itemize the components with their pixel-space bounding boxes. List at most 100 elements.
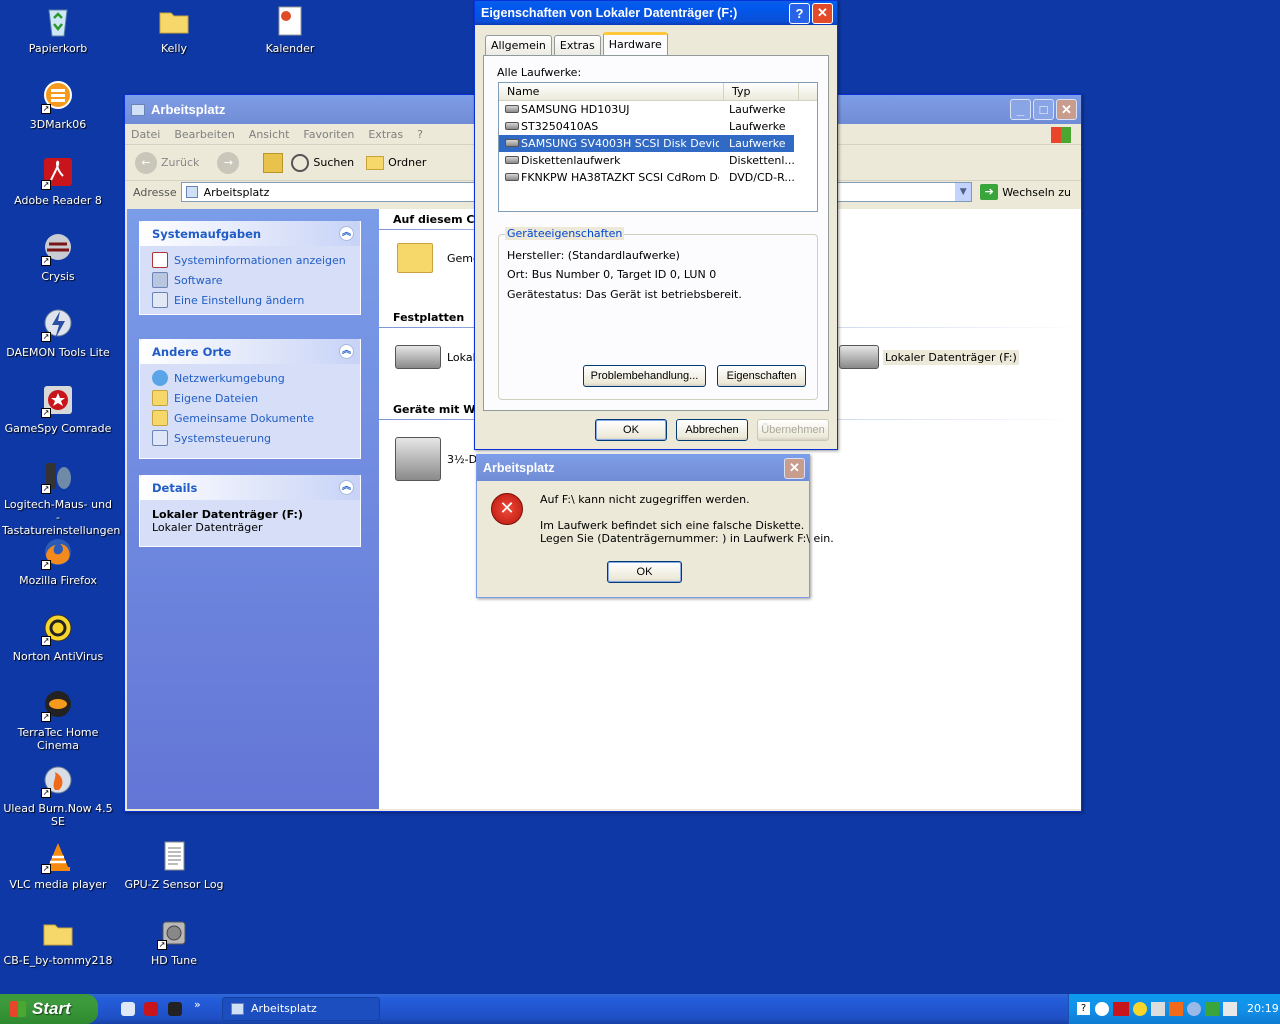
quicklaunch-icon[interactable] xyxy=(168,1002,182,1016)
device-properties-button[interactable]: Eigenschaften xyxy=(717,365,806,387)
close-button[interactable]: ✕ xyxy=(812,2,833,24)
tab-hardware[interactable]: Hardware xyxy=(602,32,668,55)
logitech-icon: ↗ xyxy=(41,460,75,494)
up-folder-icon[interactable] xyxy=(263,152,284,173)
start-button[interactable]: Start xyxy=(0,994,98,1024)
column-type[interactable]: Typ xyxy=(724,83,799,100)
desktop-icon-3dmark06[interactable]: ↗ 3DMark06 xyxy=(2,80,114,131)
menu-datei[interactable]: Datei xyxy=(131,128,160,141)
chevron-right-icon[interactable]: » xyxy=(194,998,201,1011)
shared-docs-item[interactable]: Geme xyxy=(397,243,480,273)
disk-f-item[interactable]: Lokaler Datenträger (F:) xyxy=(839,345,1019,369)
desktop-icon-papierkorb[interactable]: Papierkorb xyxy=(2,4,114,55)
back-arrow-icon[interactable]: ← xyxy=(135,151,157,174)
go-arrow-icon[interactable]: ➔ xyxy=(980,184,999,200)
tray-icon[interactable] xyxy=(1205,1002,1219,1016)
quicklaunch-icon[interactable] xyxy=(144,1002,158,1016)
apply-button[interactable]: Übernehmen xyxy=(757,419,829,441)
place-link-network[interactable]: Netzwerkumgebung xyxy=(140,368,360,388)
close-button[interactable]: ✕ xyxy=(784,457,805,479)
desktop-icon-kelly[interactable]: Kelly xyxy=(118,4,230,55)
desktop-icon-norton[interactable]: ↗ Norton AntiVirus xyxy=(2,612,114,663)
ati-icon[interactable] xyxy=(1113,1002,1129,1016)
task-link-settings[interactable]: Eine Einstellung ändern xyxy=(140,290,360,310)
tab-allgemein[interactable]: Allgemein xyxy=(485,35,552,55)
desktop-icon-gpuz-log[interactable]: GPU-Z Sensor Log xyxy=(118,840,230,891)
tray-icon[interactable] xyxy=(1187,1002,1201,1016)
desktop-icon-firefox[interactable]: ↗ Mozilla Firefox xyxy=(2,536,114,587)
search-icon[interactable] xyxy=(291,153,310,172)
error-title-bar[interactable]: Arbeitsplatz ✕ xyxy=(477,455,809,481)
tray-icon[interactable] xyxy=(1133,1002,1147,1016)
dropdown-arrow-icon[interactable]: ▼ xyxy=(955,183,972,201)
go-button-label[interactable]: Wechseln zu xyxy=(1002,186,1071,199)
desktop-icon-terratec[interactable]: ↗ TerraTec Home Cinema xyxy=(2,688,114,752)
search-button-label[interactable]: Suchen xyxy=(313,156,354,169)
error-line-3: Legen Sie (Datenträgernummer: ) in Laufw… xyxy=(540,532,834,545)
tab-strip: Allgemein Extras Hardware xyxy=(485,32,670,55)
quicklaunch-icon[interactable] xyxy=(121,1002,135,1016)
tray-icon[interactable] xyxy=(1169,1002,1183,1016)
drives-list[interactable]: Name Typ SAMSUNG HD103UJ Laufwerke ST3250… xyxy=(498,82,818,212)
drive-row[interactable]: FKNKPW HA38TAZKT SCSI CdRom Device DVD/CD… xyxy=(499,169,817,186)
details-header[interactable]: Details ︽ xyxy=(140,475,360,500)
volume-icon[interactable] xyxy=(1151,1002,1165,1016)
desktop-icon-logitech[interactable]: ↗ Logitech-Maus- und -Tastatureinstellun… xyxy=(2,460,120,537)
desktop-icon-gamespy[interactable]: ↗ GameSpy Comrade xyxy=(2,384,114,435)
help-icon[interactable]: ? xyxy=(1077,1002,1090,1015)
desktop-icon-cbe-folder[interactable]: CB-E_by-tommy218 xyxy=(2,916,114,967)
menu-help[interactable]: ? xyxy=(417,128,423,141)
drive-row[interactable]: SAMSUNG HD103UJ Laufwerke xyxy=(499,101,817,118)
collapse-icon[interactable]: ︽ xyxy=(339,226,354,241)
properties-dialog[interactable]: Eigenschaften von Lokaler Datenträger (F… xyxy=(474,0,838,450)
error-dialog[interactable]: Arbeitsplatz ✕ ✕ Auf F:\ kann nicht zuge… xyxy=(476,454,834,598)
tray-icon[interactable] xyxy=(1095,1002,1109,1016)
desktop-icon-crysis[interactable]: ↗ Crysis xyxy=(2,232,114,283)
drive-row[interactable]: ST3250410AS Laufwerke xyxy=(499,118,817,135)
menu-bearbeiten[interactable]: Bearbeiten xyxy=(174,128,234,141)
column-name[interactable]: Name xyxy=(499,83,724,100)
collapse-icon[interactable]: ︽ xyxy=(339,480,354,495)
taskbar-item-arbeitsplatz[interactable]: Arbeitsplatz xyxy=(222,997,380,1021)
menu-favoriten[interactable]: Favoriten xyxy=(303,128,354,141)
forward-arrow-icon[interactable]: → xyxy=(217,151,240,174)
error-line-1: Auf F:\ kann nicht zugegriffen werden. xyxy=(540,493,750,506)
ok-button[interactable]: OK xyxy=(595,419,667,441)
clock[interactable]: 20:19 xyxy=(1247,1002,1279,1015)
menu-extras[interactable]: Extras xyxy=(368,128,403,141)
place-link-control-panel[interactable]: Systemsteuerung xyxy=(140,428,360,448)
collapse-icon[interactable]: ︽ xyxy=(339,344,354,359)
folders-icon[interactable] xyxy=(366,155,385,170)
menu-ansicht[interactable]: Ansicht xyxy=(249,128,290,141)
other-places-header[interactable]: Andere Orte ︽ xyxy=(140,339,360,364)
task-link-software[interactable]: Software xyxy=(140,270,360,290)
desktop-icon-hd-tune[interactable]: ↗ HD Tune xyxy=(118,916,230,967)
cancel-button[interactable]: Abbrechen xyxy=(676,419,748,441)
properties-title-bar[interactable]: Eigenschaften von Lokaler Datenträger (F… xyxy=(475,1,837,25)
desktop-icon-adobe-reader[interactable]: ↗ Adobe Reader 8 xyxy=(2,156,114,207)
place-link-shared-docs[interactable]: Gemeinsame Dokumente xyxy=(140,408,360,428)
disk-item[interactable]: Lokale xyxy=(395,345,482,369)
drive-row[interactable]: Diskettenlaufwerk Diskettenl... xyxy=(499,152,817,169)
minimize-button[interactable]: _ xyxy=(1010,99,1031,120)
desktop-icon-vlc[interactable]: ↗ VLC media player xyxy=(2,840,114,891)
desktop-icon-label: CB-E_by-tommy218 xyxy=(3,954,113,967)
task-link-sysinfo[interactable]: Systeminformationen anzeigen xyxy=(140,250,360,270)
desktop-icon-kalender[interactable]: Kalender xyxy=(234,4,346,55)
maximize-button[interactable]: □ xyxy=(1033,99,1054,120)
system-tasks-header[interactable]: Systemaufgaben ︽ xyxy=(140,221,360,246)
desktop-icon-ulead[interactable]: ↗ Ulead Burn.Now 4.5 SE xyxy=(2,764,114,828)
close-button[interactable]: ✕ xyxy=(1056,99,1077,120)
folders-button-label[interactable]: Ordner xyxy=(388,156,426,169)
help-button[interactable]: ? xyxy=(789,2,810,24)
drive-row-selected[interactable]: SAMSUNG SV4003H SCSI Disk Device Laufwerk… xyxy=(499,135,817,152)
place-link-my-files[interactable]: Eigene Dateien xyxy=(140,388,360,408)
troubleshoot-button[interactable]: Problembehandlung... xyxy=(583,365,706,387)
floppy-item[interactable]: 3½-D xyxy=(395,437,477,481)
back-button-label[interactable]: Zurück xyxy=(161,156,199,169)
error-ok-button[interactable]: OK xyxy=(607,561,682,583)
tray-icon[interactable] xyxy=(1223,1002,1237,1016)
desktop-icon-daemon-tools[interactable]: ↗ DAEMON Tools Lite xyxy=(2,308,114,359)
computer-icon xyxy=(131,103,145,116)
tab-extras[interactable]: Extras xyxy=(553,35,601,55)
